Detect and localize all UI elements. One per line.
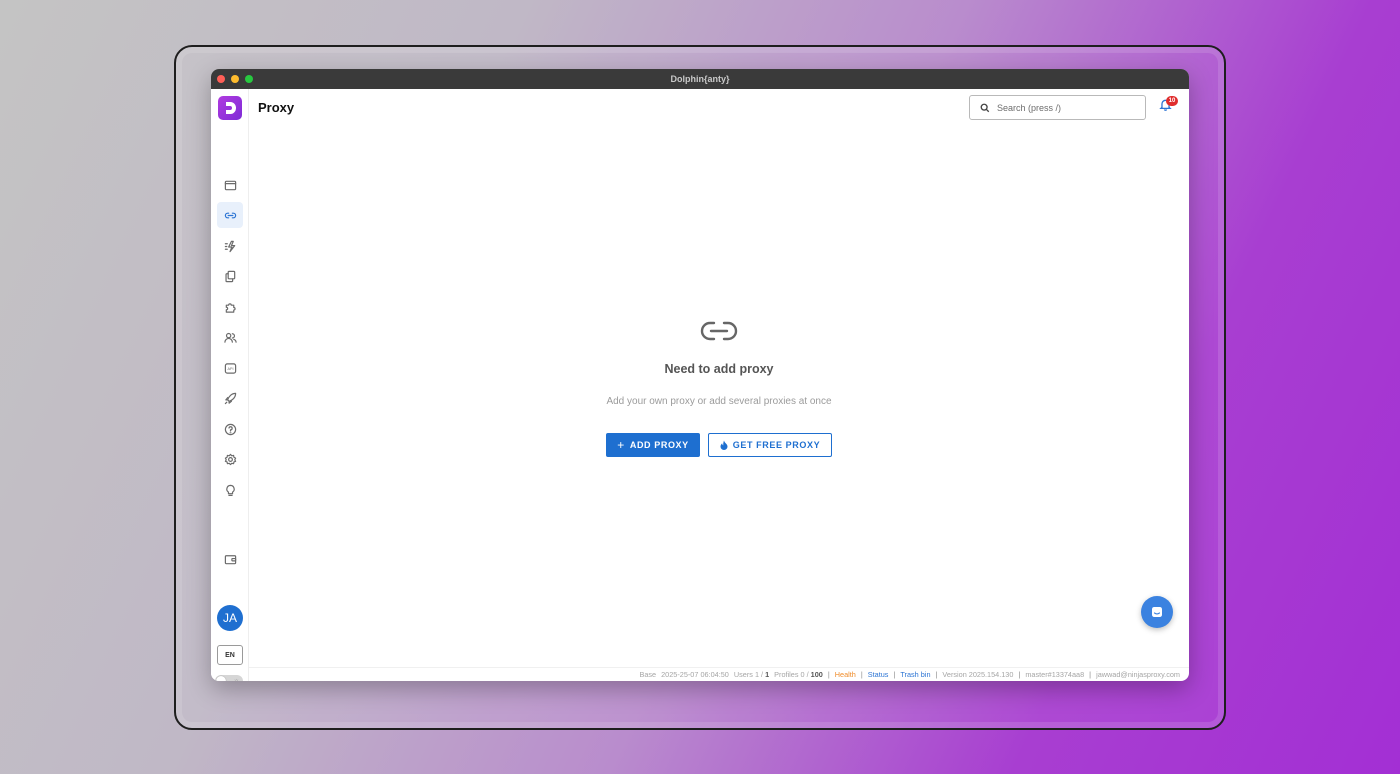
notifications-button[interactable]: 10 [1159, 96, 1178, 114]
theme-toggle[interactable]: ☼ [215, 675, 243, 681]
trash-bin-link[interactable]: Trash bin [900, 670, 930, 679]
plus-icon: + [617, 438, 625, 452]
empty-state: Need to add proxy Add your own proxy or … [249, 319, 1189, 457]
top-bar: Proxy 10 [249, 89, 1189, 127]
browser-window-icon [224, 180, 236, 190]
sidebar-item-copy[interactable] [217, 263, 243, 289]
sidebar-item-extensions[interactable] [217, 294, 243, 320]
window-title: Dolphin{anty} [670, 74, 730, 84]
sidebar-item-browser-profiles[interactable] [217, 172, 243, 198]
branch-text: master#13374aa8 [1025, 670, 1085, 679]
dolphin-logo-icon [225, 102, 236, 114]
user-email: jawwad@ninjasproxy.com [1096, 670, 1180, 679]
users-count: Users 1 / 1 [733, 670, 770, 679]
search-box[interactable] [969, 95, 1146, 120]
minimize-window-button[interactable] [231, 75, 239, 83]
fire-icon [720, 440, 728, 450]
svg-text:API: API [227, 367, 233, 371]
automation-icon [224, 240, 235, 252]
users-icon [223, 332, 237, 343]
base-label: Base [639, 670, 657, 679]
sidebar-item-api[interactable]: API [217, 355, 243, 381]
lightbulb-icon [225, 484, 235, 496]
window-controls [217, 75, 253, 83]
search-input[interactable] [997, 102, 1137, 113]
api-icon: API [224, 362, 236, 374]
settings-icon [224, 453, 236, 465]
copy-icon [224, 270, 235, 282]
page-title: Proxy [258, 100, 295, 115]
support-chat-button[interactable] [1141, 596, 1173, 628]
wallet-icon [224, 554, 236, 564]
separator: | [1089, 670, 1092, 679]
sidebar-item-wallet[interactable] [217, 546, 243, 572]
chat-icon [1152, 607, 1162, 617]
puzzle-icon [225, 302, 236, 313]
add-proxy-button[interactable]: + ADD PROXY [606, 433, 700, 457]
title-bar: Dolphin{anty} [211, 69, 1189, 89]
sidebar: API JA EN ☼ [211, 89, 249, 681]
rocket-icon [224, 392, 236, 404]
app-window: Dolphin{anty} API JA EN ☼ Proxy Search (… [211, 69, 1189, 681]
separator: | [860, 670, 863, 679]
sidebar-item-users[interactable] [217, 324, 243, 350]
empty-state-title: Need to add proxy [664, 362, 774, 376]
sidebar-item-launch[interactable] [217, 385, 243, 411]
health-link[interactable]: Health [835, 670, 856, 679]
sidebar-item-proxy[interactable] [217, 202, 243, 228]
status-bar: Base 2025-25-07 06:04:50 Users 1 / 1 Pro… [249, 667, 1189, 681]
sun-icon: ☼ [232, 676, 240, 681]
profiles-count: Profiles 0 / 100 [774, 670, 823, 679]
get-free-proxy-button[interactable]: GET FREE PROXY [708, 433, 832, 457]
notification-badge: 10 [1166, 96, 1178, 106]
empty-state-subtitle: Add your own proxy or add several proxie… [606, 396, 832, 407]
toggle-knob [216, 676, 226, 681]
link-icon [700, 321, 738, 341]
maximize-window-button[interactable] [245, 75, 253, 83]
add-proxy-label: ADD PROXY [629, 440, 689, 450]
language-switcher[interactable]: EN [217, 645, 243, 665]
status-link[interactable]: Status [868, 670, 889, 679]
sidebar-item-help[interactable] [217, 416, 243, 442]
separator: | [935, 670, 938, 679]
link-icon [224, 212, 236, 218]
search-icon [980, 103, 990, 112]
base-date: 2025-25-07 06:04:50 [661, 670, 729, 679]
separator: | [893, 670, 896, 679]
version-text: Version 2025.154.130 [942, 670, 1014, 679]
close-window-button[interactable] [217, 75, 225, 83]
separator: | [827, 670, 830, 679]
sidebar-item-settings[interactable] [217, 446, 243, 472]
app-logo[interactable] [218, 96, 242, 120]
get-free-proxy-label: GET FREE PROXY [732, 440, 821, 450]
user-avatar[interactable]: JA [217, 605, 243, 631]
sidebar-item-automation[interactable] [217, 233, 243, 259]
help-icon [224, 423, 236, 435]
sidebar-item-ideas[interactable] [217, 477, 243, 503]
empty-state-actions: + ADD PROXY GET FREE PROXY [249, 433, 1189, 457]
separator: | [1018, 670, 1021, 679]
